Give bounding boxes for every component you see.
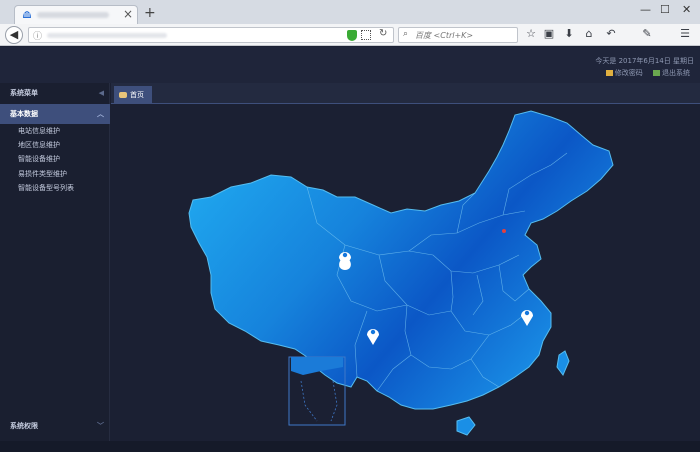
- china-map[interactable]: [111, 105, 700, 441]
- sidebar-item-wearing-parts[interactable]: 易损件类型维护: [18, 169, 67, 179]
- bottom-bar: [0, 441, 700, 452]
- minimize-button[interactable]: —: [640, 3, 651, 16]
- search-placeholder: 百度 <Ctrl+K>: [415, 31, 474, 40]
- tab-close-icon[interactable]: ×: [123, 7, 133, 21]
- bookmark-star-icon[interactable]: ☆: [524, 27, 538, 40]
- home-tab-icon: [119, 92, 127, 98]
- tab-title-blurred: [37, 12, 109, 18]
- maximize-button[interactable]: ☐: [660, 3, 670, 16]
- app-header: 今天是 2017年6月14日 星期日 修改密码 退出系统: [0, 47, 700, 83]
- sidebar-system-permissions[interactable]: 系统权限 ﹀: [0, 416, 110, 436]
- china-map-area: [111, 105, 700, 441]
- shield-icon[interactable]: [347, 30, 357, 41]
- back-button[interactable]: ◀: [5, 26, 23, 44]
- browser-tab-bar: × + — ☐ ✕: [0, 0, 700, 24]
- sidebar-item-station-info[interactable]: 电站信息维护: [18, 126, 60, 136]
- location-pin-icon[interactable]: [339, 252, 351, 270]
- logout-link[interactable]: 退出系统: [653, 69, 690, 77]
- south-china-sea-inset: [288, 356, 346, 426]
- chevron-down-icon: ﹀: [97, 422, 104, 430]
- extension-icon[interactable]: ✎: [640, 27, 654, 40]
- taiwan-island[interactable]: [556, 350, 570, 376]
- info-icon[interactable]: ⓘ: [33, 29, 42, 42]
- collapse-icon[interactable]: ◀: [99, 83, 104, 103]
- sidebar-item-region-info[interactable]: 地区信息维护: [18, 140, 60, 150]
- address-bar[interactable]: ⓘ ↻: [28, 27, 394, 43]
- reload-icon[interactable]: ↻: [379, 28, 387, 39]
- key-icon: [605, 70, 613, 76]
- mainland-shape[interactable]: [188, 110, 614, 410]
- header-links: 修改密码 退出系统: [598, 68, 690, 78]
- hainan-island[interactable]: [456, 416, 476, 436]
- tab-home[interactable]: 首页: [114, 86, 152, 104]
- browser-tab[interactable]: ×: [14, 5, 138, 24]
- undo-icon[interactable]: ↶: [604, 27, 618, 40]
- search-bar[interactable]: ⌕ 百度 <Ctrl+K>: [398, 27, 518, 43]
- search-icon: ⌕: [403, 29, 409, 39]
- sidebar-item-device-models[interactable]: 智能设备型号列表: [18, 183, 74, 193]
- new-tab-button[interactable]: +: [144, 5, 156, 21]
- close-window-button[interactable]: ✕: [682, 3, 691, 16]
- download-icon[interactable]: ⬇: [562, 27, 576, 40]
- current-date: 今天是 2017年6月14日 星期日: [595, 57, 694, 65]
- site-favicon-icon: [23, 11, 31, 18]
- change-password-link[interactable]: 修改密码: [605, 69, 645, 77]
- clipboard-icon[interactable]: ▣: [542, 27, 556, 40]
- chevron-up-icon: ︿: [97, 110, 104, 118]
- sidebar-group-basic-data[interactable]: 基本数据 ︿: [0, 104, 110, 124]
- sidebar-system-menu[interactable]: 系统菜单 ◀: [0, 83, 110, 103]
- sidebar: 系统菜单 ◀ 基本数据 ︿ 电站信息维护 地区信息维护 智能设备维护 易损件类型维护…: [0, 83, 110, 441]
- sidebar-item-smart-device[interactable]: 智能设备维护: [18, 154, 60, 164]
- hamburger-menu-icon[interactable]: ☰: [678, 27, 692, 40]
- main-content: 首页: [111, 83, 700, 441]
- qr-code-icon[interactable]: [361, 30, 371, 40]
- url-text-blurred: [47, 33, 167, 38]
- logout-icon: [653, 70, 660, 76]
- capital-marker[interactable]: [502, 229, 506, 233]
- content-tab-strip: 首页: [111, 83, 700, 104]
- home-icon[interactable]: ⌂: [582, 27, 596, 40]
